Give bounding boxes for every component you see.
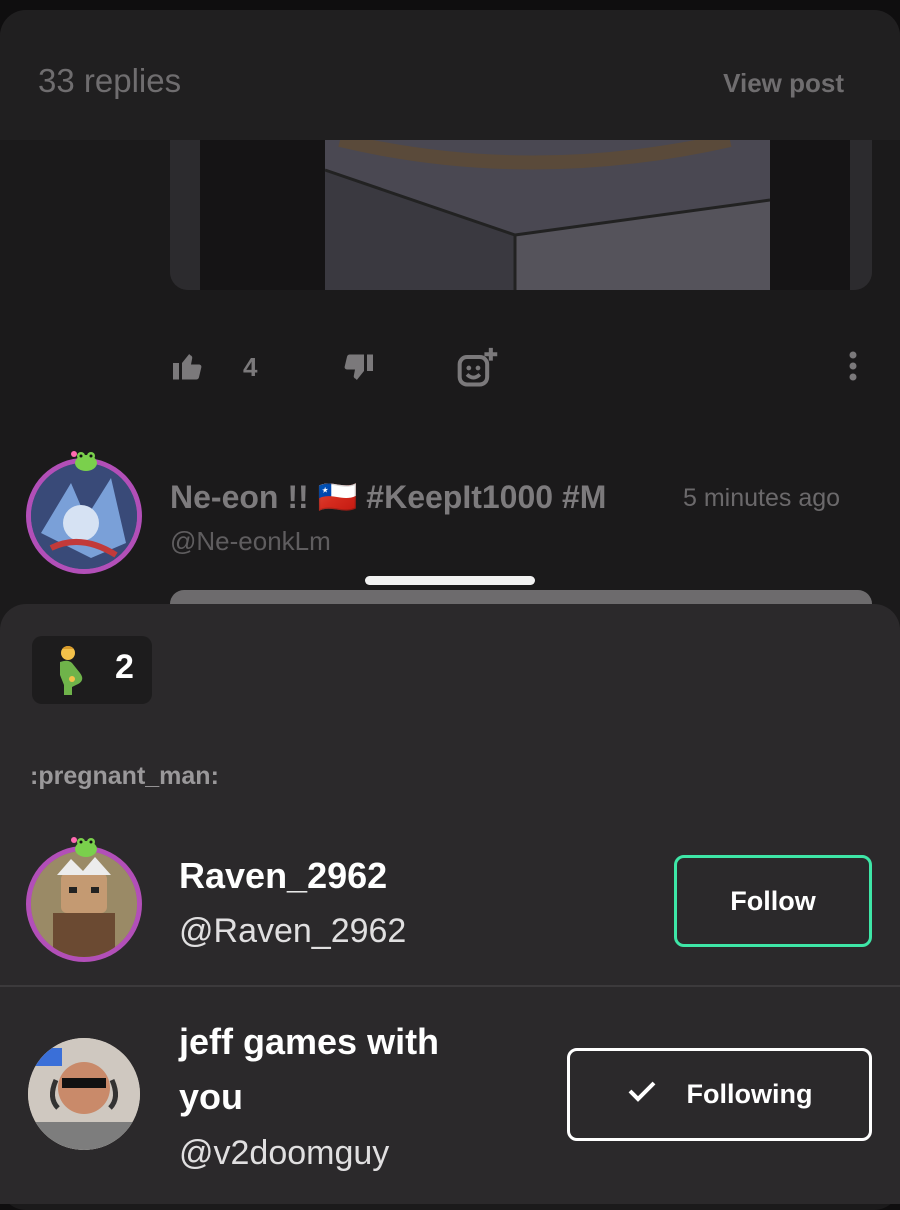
comment-author-name[interactable]: Ne-eon !! 🇨🇱 #KeepIt1000 #M — [170, 478, 660, 516]
user-name[interactable]: Raven_2962 — [179, 848, 387, 903]
thumbs-up-icon[interactable] — [170, 348, 206, 384]
user-handle[interactable]: @Raven_2962 — [179, 912, 406, 951]
comment-author-handle[interactable]: @Ne-eonkLm — [170, 526, 331, 557]
replies-header: 33 replies View post — [0, 10, 900, 140]
replies-count: 33 replies — [38, 62, 182, 99]
more-options-icon[interactable] — [840, 348, 866, 384]
frog-badge-icon — [70, 448, 98, 472]
following-button-label: Following — [686, 1079, 813, 1109]
checkmark-icon — [627, 1079, 657, 1110]
avatar[interactable] — [26, 846, 142, 962]
like-count: 4 — [243, 352, 258, 382]
follow-button[interactable]: Follow — [674, 855, 872, 947]
following-button[interactable]: Following — [567, 1048, 872, 1141]
thumbs-down-icon[interactable] — [340, 350, 376, 386]
avatar[interactable] — [26, 458, 142, 574]
divider — [0, 985, 900, 987]
view-post-link[interactable]: View post — [723, 68, 844, 99]
user-handle[interactable]: @v2doomguy — [179, 1134, 389, 1173]
frog-badge-icon — [70, 834, 98, 858]
sheet-drag-handle[interactable] — [365, 576, 535, 585]
post-image[interactable] — [170, 140, 872, 290]
user-name[interactable]: jeff games with you — [179, 1014, 509, 1124]
avatar[interactable] — [28, 1038, 140, 1150]
emoji-name: :pregnant_man: — [30, 762, 219, 790]
comment-timestamp: 5 minutes ago — [683, 484, 841, 512]
follow-button-label: Follow — [730, 885, 816, 916]
pregnant-man-emoji-icon — [50, 645, 90, 695]
reaction-count: 2 — [115, 648, 134, 686]
add-reaction-icon[interactable] — [456, 346, 500, 390]
